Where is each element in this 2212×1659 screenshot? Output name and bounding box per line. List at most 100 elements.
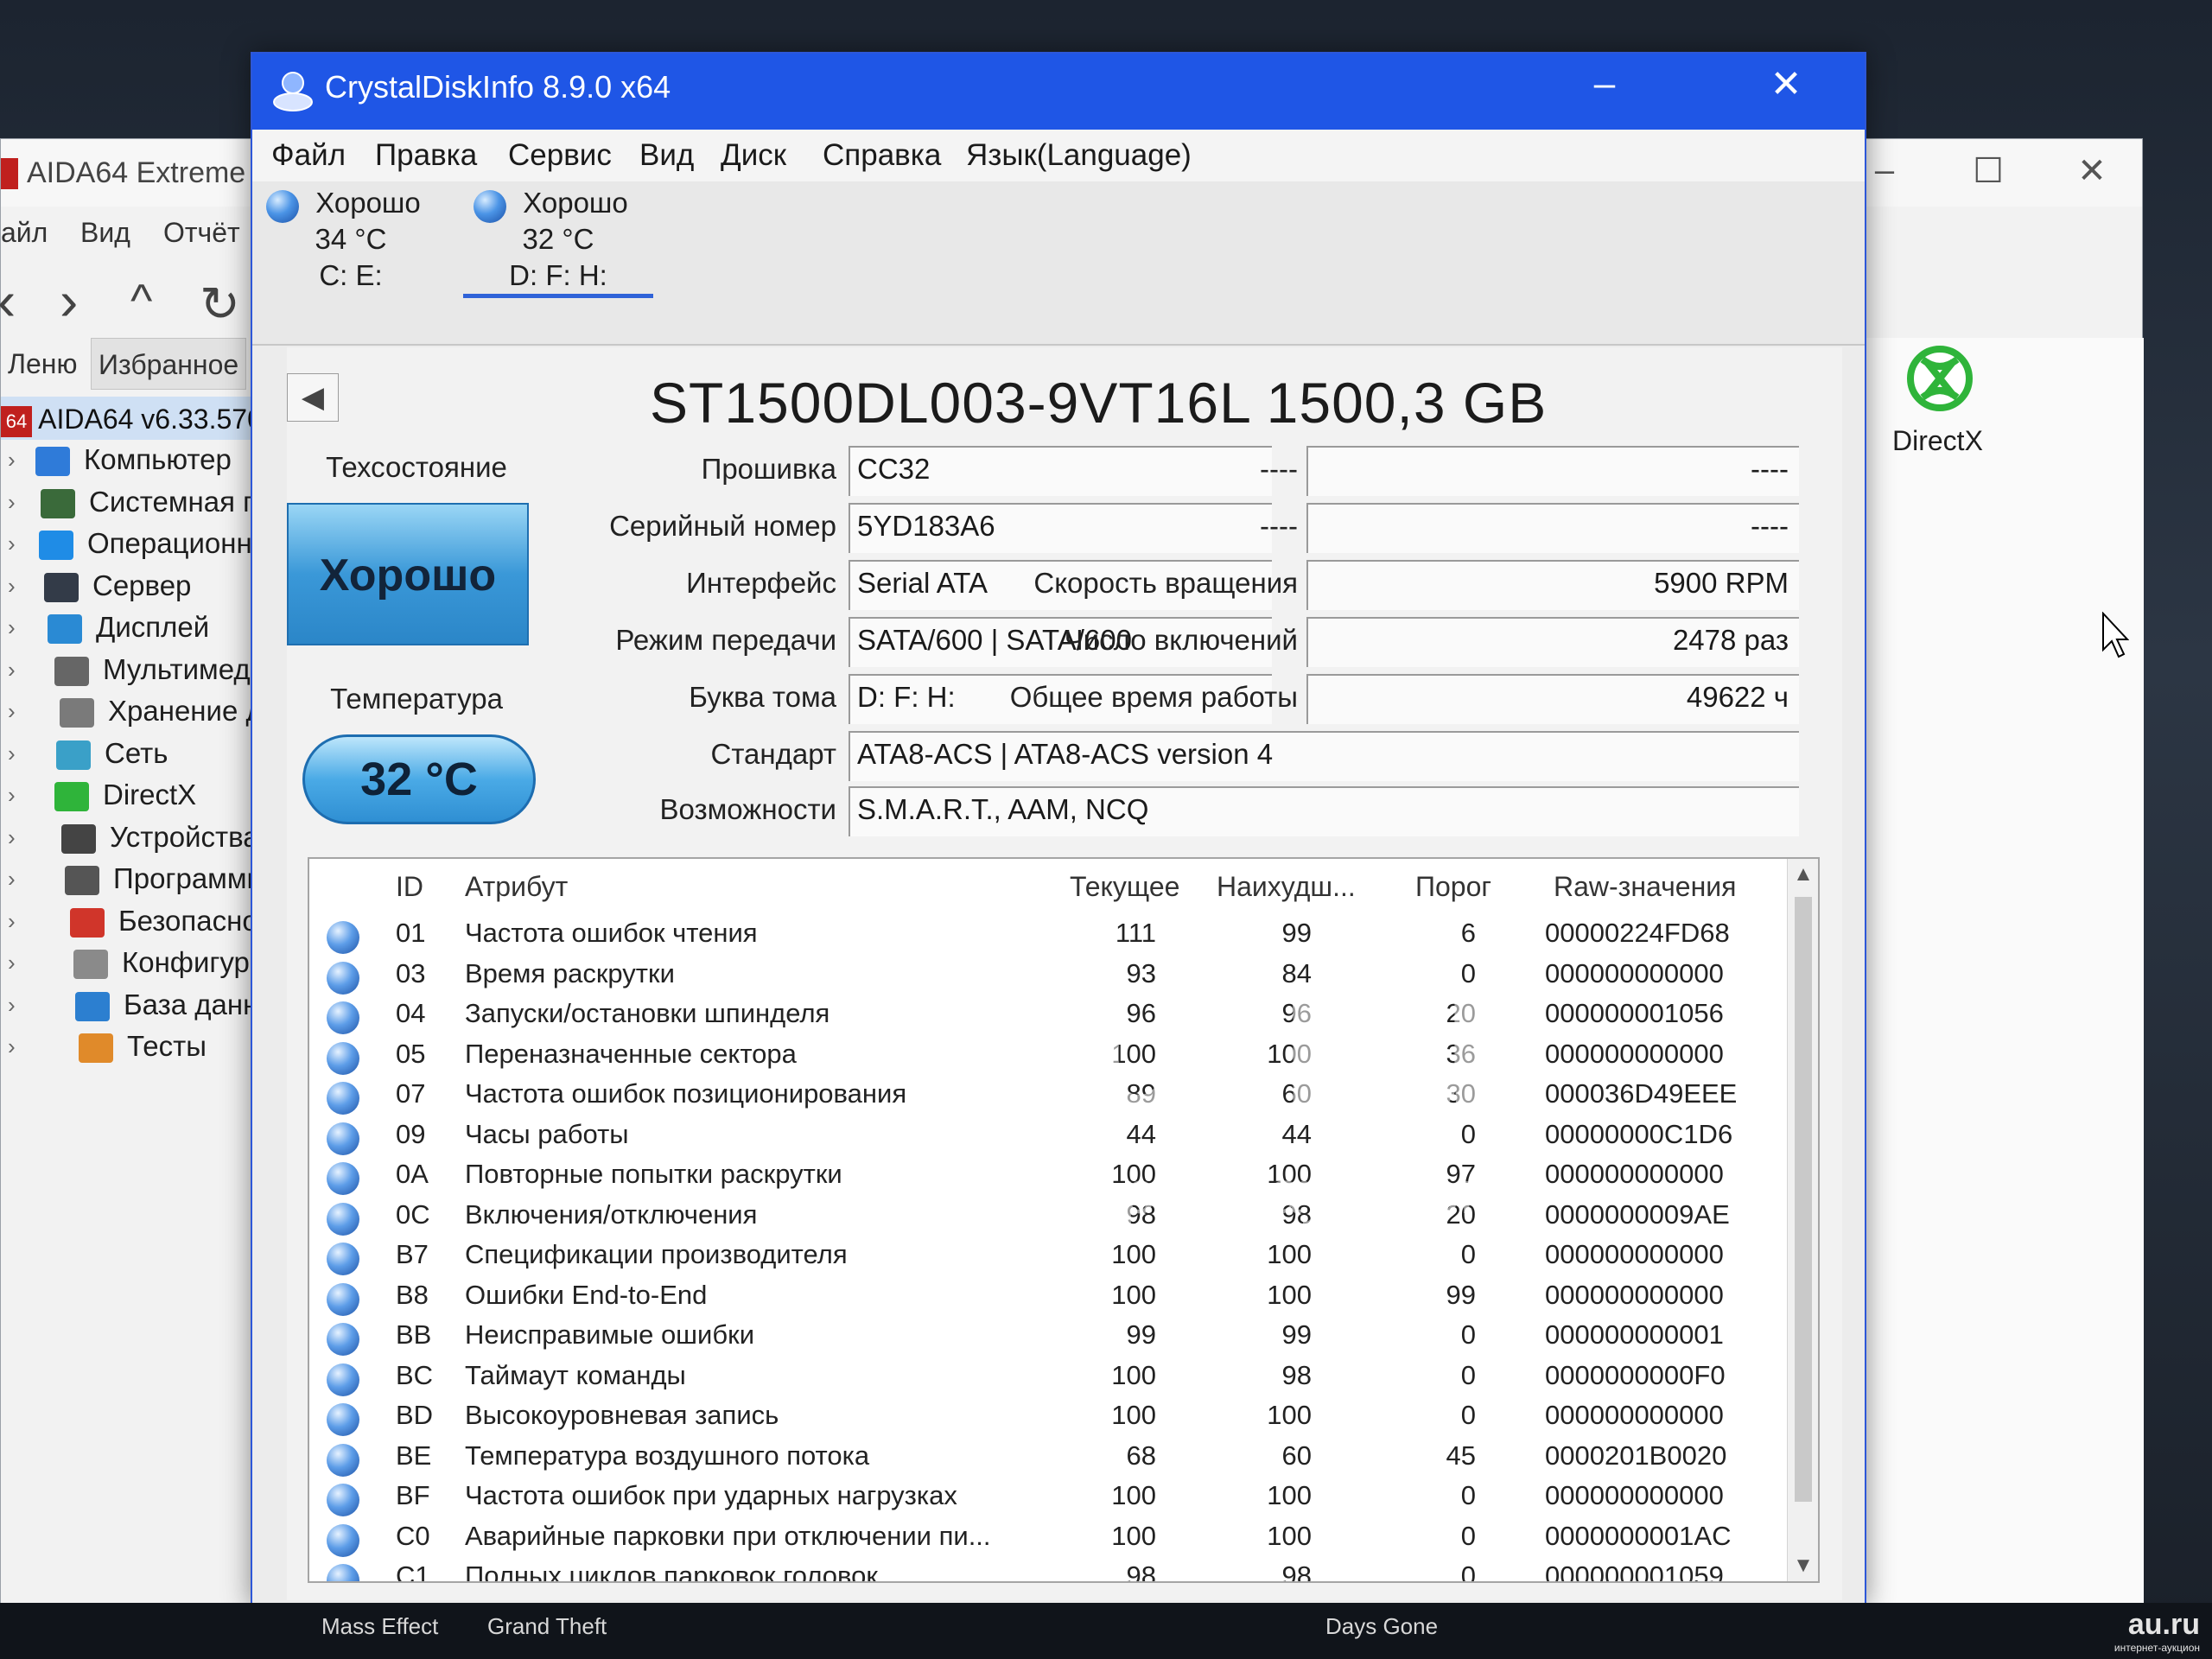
- scroll-up-icon[interactable]: ▲: [1791, 862, 1815, 887]
- display-icon: [48, 614, 82, 644]
- menu-file[interactable]: Файл: [271, 138, 346, 173]
- menu-language[interactable]: Язык(Language): [966, 138, 1192, 173]
- health-status-button[interactable]: Хорошо: [287, 503, 529, 645]
- tab-favorites[interactable]: Избранное: [91, 338, 247, 390]
- smart-scrollbar[interactable]: ▲ ▼: [1787, 859, 1818, 1581]
- menu-help[interactable]: Справка: [823, 138, 941, 173]
- refresh-icon[interactable]: ↻: [200, 276, 240, 333]
- scroll-down-icon[interactable]: ▼: [1791, 1554, 1815, 1578]
- menu-report[interactable]: Отчёт: [163, 217, 240, 249]
- chevron-right-icon[interactable]: ›: [8, 741, 16, 767]
- smart-threshold: 99: [1446, 1279, 1476, 1310]
- chevron-right-icon[interactable]: ›: [8, 447, 16, 474]
- tree-item[interactable]: › Тесты: [1, 1028, 286, 1071]
- drive-tab-2[interactable]: Хорошо 32 °C D: F: H:: [463, 185, 653, 298]
- xbox-icon[interactable]: [1905, 344, 1974, 413]
- table-row[interactable]: C0 Аварийные парковки при отключении пи..…: [309, 1517, 1818, 1559]
- tree-item[interactable]: › Операционна: [1, 525, 286, 568]
- table-row[interactable]: BB Неисправимые ошибки 99 99 0 000000000001: [309, 1316, 1818, 1357]
- tab-menu[interactable]: Леню: [1, 338, 84, 390]
- tree-item-label: Сеть: [105, 736, 168, 769]
- column-id[interactable]: ID: [396, 871, 423, 903]
- scrollbar-thumb[interactable]: [1795, 897, 1812, 1502]
- column-raw[interactable]: Raw-значения: [1554, 871, 1736, 903]
- table-row[interactable]: C1 Полных циклов парковок головок 98 98 0 000…: [309, 1557, 1818, 1581]
- column-worst[interactable]: Наихудш...: [1217, 871, 1356, 903]
- smart-attribute: Аварийные парковки при отключении пи...: [465, 1520, 991, 1551]
- chevron-right-icon[interactable]: ›: [8, 489, 16, 516]
- tree-item[interactable]: › Конфигураци: [1, 944, 286, 987]
- smart-id: 07: [396, 1078, 426, 1109]
- smart-id: BF: [396, 1480, 430, 1510]
- drive-tab-1[interactable]: Хорошо 34 °C C: E:: [256, 185, 446, 294]
- minimize-button[interactable]: –: [1859, 151, 1910, 190]
- chevron-right-icon[interactable]: ›: [8, 657, 16, 683]
- previous-drive-button[interactable]: ◀: [287, 373, 339, 422]
- chevron-right-icon[interactable]: ›: [8, 782, 16, 809]
- status-good-icon: [327, 1523, 359, 1557]
- firmware-value: CC32: [849, 446, 1272, 496]
- minimize-button[interactable]: –: [1574, 62, 1635, 105]
- chevron-right-icon[interactable]: ›: [8, 992, 16, 1019]
- table-row[interactable]: B7 Спецификации производителя 100 100 0 00000…: [309, 1236, 1818, 1277]
- tree-item[interactable]: › Сеть: [1, 735, 286, 778]
- taskbar-item-mass-effect[interactable]: Mass Effect: [321, 1613, 438, 1640]
- chevron-right-icon[interactable]: ›: [8, 908, 16, 935]
- tree-item[interactable]: › Дисплей: [1, 609, 286, 652]
- chevron-right-icon[interactable]: ›: [8, 866, 16, 893]
- tree-item[interactable]: › Программы: [1, 861, 286, 903]
- table-row[interactable]: BC Таймаут команды 100 98 0 0000000000F0: [309, 1357, 1818, 1398]
- forward-icon[interactable]: ›: [60, 269, 78, 333]
- tree-item[interactable]: › Безопасность: [1, 903, 286, 945]
- up-icon[interactable]: ^: [130, 274, 152, 327]
- tree-item[interactable]: › Мультимедиа: [1, 652, 286, 694]
- menu-file[interactable]: айл: [1, 217, 48, 249]
- tree-item[interactable]: › DirectX: [1, 777, 286, 819]
- tree-item[interactable]: › Компьютер: [1, 442, 286, 484]
- maximize-button[interactable]: ☐: [1962, 151, 2014, 191]
- power-on-count-value: 2478 раз: [1306, 617, 1799, 667]
- menu-service[interactable]: Сервис: [508, 138, 612, 173]
- table-row[interactable]: BD Высокоуровневая запись 100 100 0 000000000…: [309, 1396, 1818, 1438]
- menu-view[interactable]: Вид: [639, 138, 694, 173]
- back-icon[interactable]: ‹: [0, 269, 16, 333]
- tree-item[interactable]: › Хранение дан: [1, 693, 286, 735]
- chevron-right-icon[interactable]: ›: [8, 824, 16, 851]
- chevron-right-icon[interactable]: ›: [8, 573, 16, 600]
- menu-edit[interactable]: Правка: [375, 138, 477, 173]
- smart-id: BE: [396, 1440, 432, 1471]
- chevron-right-icon[interactable]: ›: [8, 698, 16, 725]
- tree-item[interactable]: › Устройства: [1, 819, 286, 861]
- tree-item[interactable]: › Системная пл: [1, 484, 286, 526]
- power-on-hours-label: Общее время работы: [1009, 681, 1298, 713]
- status-good-icon: [327, 1484, 359, 1516]
- column-current[interactable]: Текущее: [1070, 871, 1179, 903]
- chevron-right-icon[interactable]: ›: [8, 531, 16, 557]
- temperature-badge[interactable]: 32 °C: [302, 734, 536, 824]
- close-button[interactable]: ✕: [2066, 151, 2118, 191]
- close-button[interactable]: ✕: [1756, 62, 1816, 106]
- corner-watermark-logo: au.ru: [2127, 1608, 2200, 1641]
- tree-item[interactable]: › Сервер: [1, 568, 286, 610]
- table-row[interactable]: BE Температура воздушного потока 68 60 45 000…: [309, 1437, 1818, 1478]
- directx-label: DirectX: [1892, 425, 1983, 456]
- aida64-version-node[interactable]: 64 AIDA64 v6.33.5700: [1, 397, 269, 440]
- menu-view[interactable]: Вид: [80, 217, 130, 249]
- smart-raw: 0000000000F0: [1545, 1359, 1726, 1390]
- watermark-subtitle: интернет-аукцион: [994, 1159, 1494, 1226]
- table-row[interactable]: B8 Ошибки End-to-End 100 100 99 000000000000: [309, 1276, 1818, 1318]
- column-threshold[interactable]: Порог: [1415, 871, 1491, 903]
- cdi-menubar: Файл Правка Сервис Вид Диск Справка Язык…: [252, 130, 1865, 181]
- tree-item[interactable]: › База данных: [1, 987, 286, 1029]
- column-attribute[interactable]: Атрибут: [465, 871, 568, 903]
- status-good-icon: [327, 1001, 359, 1034]
- table-row[interactable]: BF Частота ошибок при ударных нагрузках 10…: [309, 1477, 1818, 1518]
- chevron-right-icon[interactable]: ›: [8, 950, 16, 976]
- menu-disk[interactable]: Диск: [721, 138, 786, 173]
- storage-icon: [60, 698, 94, 728]
- chevron-right-icon[interactable]: ›: [8, 1033, 16, 1060]
- crystaldiskinfo-window[interactable]: CrystalDiskInfo 8.9.0 x64 – ✕ Файл Правк…: [251, 52, 1866, 1607]
- chevron-right-icon[interactable]: ›: [8, 614, 16, 641]
- taskbar-item-days-gone[interactable]: Days Gone: [1325, 1613, 1438, 1640]
- taskbar-item-gta[interactable]: Grand Theft: [487, 1613, 607, 1640]
